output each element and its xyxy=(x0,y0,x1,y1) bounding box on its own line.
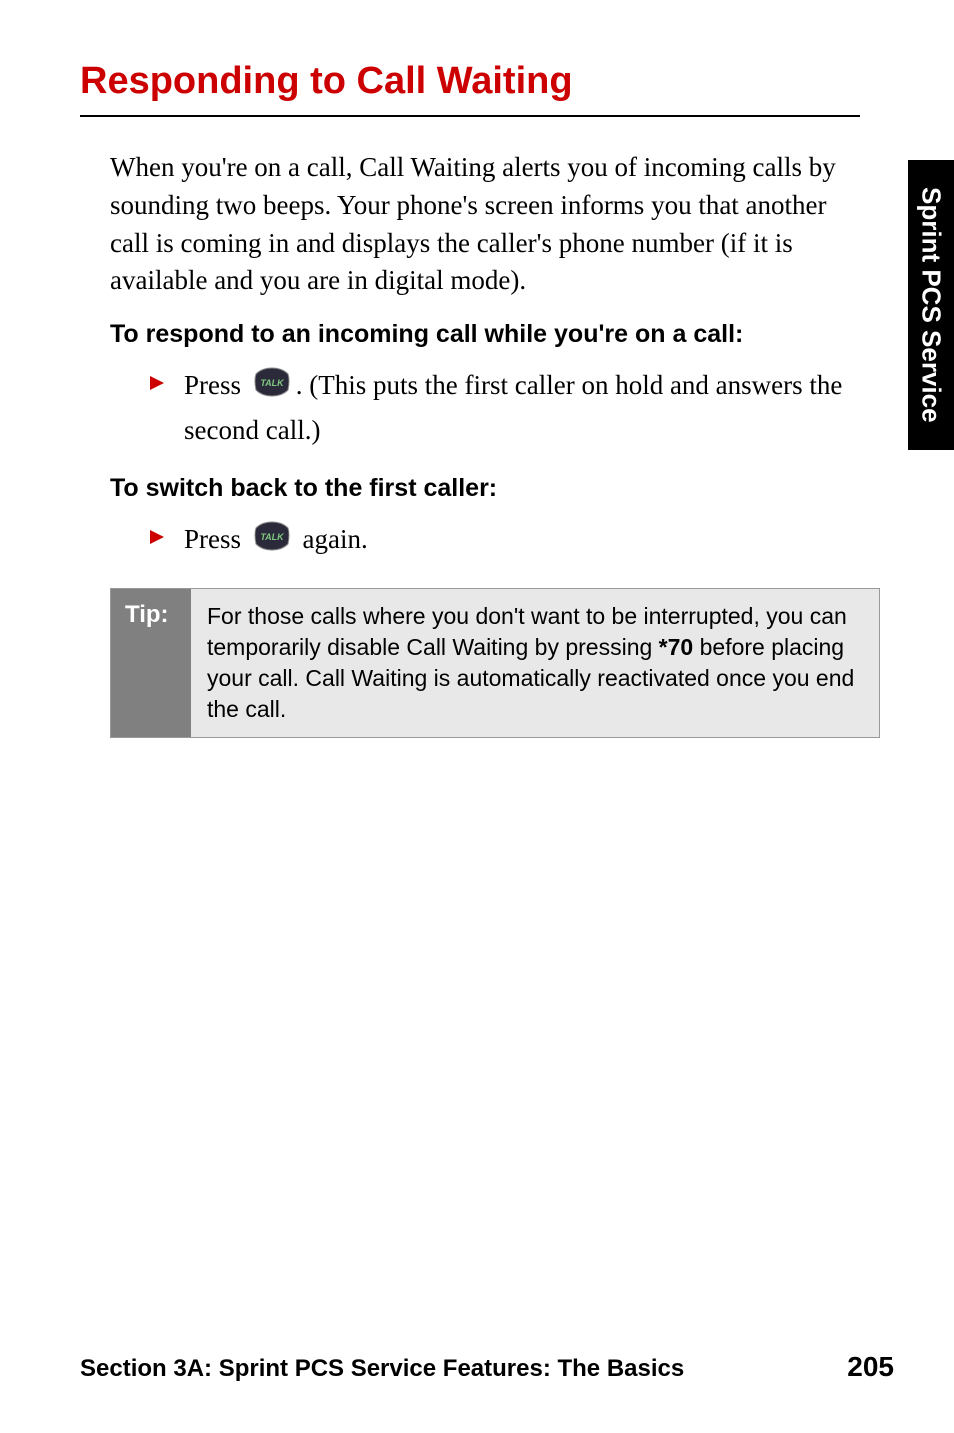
bullet-item: Press TALK again. xyxy=(150,519,850,564)
bullet-marker-icon xyxy=(150,527,164,550)
subheading-switch-back: To switch back to the first caller: xyxy=(110,474,874,503)
svg-text:TALK: TALK xyxy=(260,532,285,542)
page-heading: Responding to Call Waiting xyxy=(80,60,874,103)
subheading-respond: To respond to an incoming call while you… xyxy=(110,320,874,349)
intro-paragraph: When you're on a call, Call Waiting aler… xyxy=(110,149,860,300)
bullet-text-before: Press xyxy=(184,524,248,554)
footer: Section 3A: Sprint PCS Service Features:… xyxy=(80,1351,894,1383)
svg-text:TALK: TALK xyxy=(260,378,285,388)
footer-section-text: Section 3A: Sprint PCS Service Features:… xyxy=(80,1355,684,1383)
bullet-text: Press TALK again. xyxy=(184,519,850,564)
bullet-text-after: again. xyxy=(296,524,368,554)
tip-code: *70 xyxy=(659,634,694,660)
tip-content: For those calls where you don't want to … xyxy=(191,589,879,737)
bullet-item: Press TALK . (This puts the first caller… xyxy=(150,365,850,450)
heading-underline xyxy=(80,115,860,117)
talk-button-icon: TALK xyxy=(252,366,292,410)
tip-label: Tip: xyxy=(111,589,191,737)
side-tab: Sprint PCS Service xyxy=(908,160,954,450)
bullet-text: Press TALK . (This puts the first caller… xyxy=(184,365,850,450)
footer-page-number: 205 xyxy=(847,1351,894,1383)
tip-box: Tip: For those calls where you don't wan… xyxy=(110,588,880,738)
talk-button-icon: TALK xyxy=(252,520,292,564)
bullet-marker-icon xyxy=(150,373,164,396)
bullet-text-before: Press xyxy=(184,370,248,400)
